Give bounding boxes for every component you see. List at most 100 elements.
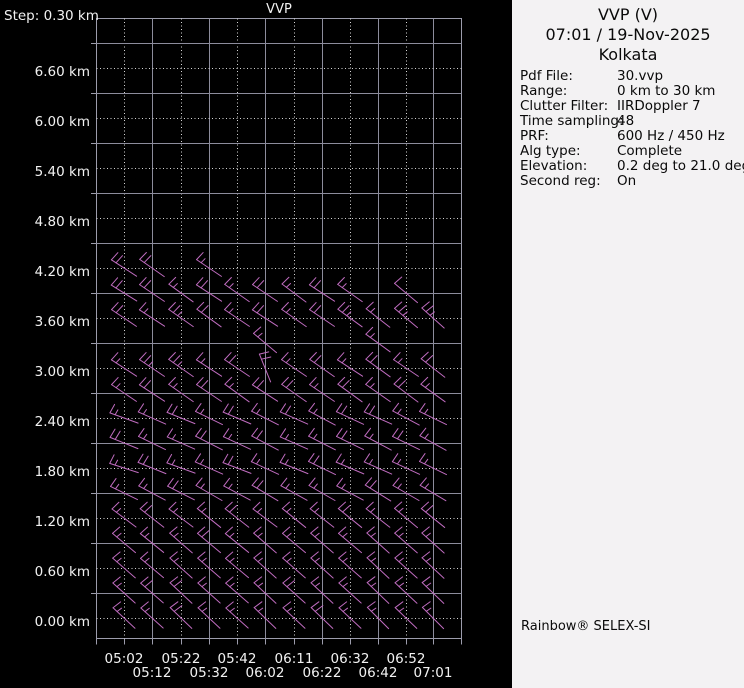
barb-half-tick [199,459,204,465]
barb-full-tick [309,377,317,386]
barb-half-tick [144,607,150,613]
barb-half-tick [201,507,207,513]
x-axis-label: 07:01 [414,665,453,681]
barb-full-tick [111,377,119,386]
barb-full-tick [251,477,259,486]
barb-half-tick [114,483,120,490]
field-value-0: 30.vvp [617,68,664,84]
barb-half-tick [370,507,376,513]
barb-half-tick [424,483,430,489]
barb-full-tick [138,377,147,386]
barb-full-tick [279,453,286,463]
y-axis-label: 1.20 km [35,514,90,530]
barb-full-tick [419,427,427,437]
barb-full-tick [112,576,121,584]
barb-full-tick [228,355,237,364]
barb-full-tick [280,477,288,487]
barb-full-tick [281,276,290,285]
barb-half-tick [342,582,348,588]
barb-full-tick [166,453,173,464]
barb-half-tick [143,308,149,314]
barb-full-tick [256,430,263,440]
x-axis-label: 06:02 [246,665,285,681]
barb-full-tick [365,501,374,510]
barb-full-tick [169,526,178,534]
info-panel: VVP (V) 07:01 / 19-Nov-2025 Kolkata Pdf … [512,0,744,688]
barb-full-tick [173,605,183,612]
barb-half-tick [370,607,377,612]
barb-full-tick [282,526,291,534]
barb-full-tick [336,477,344,487]
barb-half-tick [200,358,206,364]
barb-full-tick [309,501,318,510]
barb-full-tick [425,355,434,363]
wind-barb [169,526,193,554]
barb-half-tick [143,483,148,490]
barb-full-tick [139,352,147,361]
barb-full-tick [392,402,400,412]
barb-full-tick [337,501,346,510]
barb-half-tick [115,507,122,513]
barb-full-tick [251,377,260,386]
y-axis-label: 5.40 km [35,164,90,180]
barb-full-tick [340,430,348,440]
barb-full-tick [200,380,209,389]
barb-half-tick [314,532,320,538]
x-axis-label: 06:42 [359,665,398,681]
barb-full-tick [166,403,173,413]
barb-full-tick [166,428,174,438]
barb-full-tick [168,276,177,285]
step-label: Step: 0.30 km [4,8,99,24]
barb-full-tick [365,351,374,360]
barb-full-tick [394,276,403,284]
barb-full-tick [197,526,206,534]
field-value-6: 0.2 deg to 21.0 deg [617,158,744,174]
barb-full-tick [310,551,319,559]
barb-full-tick [200,305,209,313]
barb-full-tick [281,301,289,310]
barb-half-tick [228,383,234,388]
barb-half-tick [229,582,235,588]
x-axis-label: 06:22 [303,665,342,681]
wind-barb [222,403,252,425]
barb-half-tick [397,408,402,415]
barb-full-tick [171,405,178,415]
barb-full-tick [308,477,316,486]
barb-half-tick [228,283,234,289]
barb-full-tick [309,351,317,360]
barb-full-tick [139,526,148,535]
barb-full-tick [310,576,320,584]
panel-site: Kolkata [598,45,658,64]
barb-full-tick [365,376,373,385]
barb-half-tick [424,433,429,439]
barb-full-tick [197,601,207,609]
barb-half-tick [144,557,150,563]
barb-half-tick [229,607,235,613]
barb-full-tick [114,430,121,440]
barb-half-tick [286,557,292,563]
wind-barb [110,478,138,501]
barb-full-tick [196,301,205,310]
barb-full-tick [139,277,147,286]
barb-full-tick [310,526,319,534]
barb-half-tick [200,258,206,264]
wind-barb [336,477,364,501]
barb-full-tick [168,301,176,310]
barb-full-tick [251,302,260,311]
barb-full-tick [112,551,121,559]
barb-half-tick [284,459,289,465]
barb-full-tick [169,576,179,584]
barb-full-tick [260,356,272,360]
barb-half-tick [228,308,234,314]
barb-full-tick [341,305,350,313]
field-value-3: 48 [617,113,635,129]
barb-half-tick [285,308,291,314]
barb-full-tick [222,403,229,413]
y-axis-label: 2.40 km [35,414,90,430]
barb-half-tick [342,607,349,613]
barb-half-tick [424,383,430,388]
barb-half-tick [199,408,205,415]
barb-full-tick [110,252,119,261]
barb-half-tick [313,408,318,415]
barb-full-tick [310,601,320,609]
